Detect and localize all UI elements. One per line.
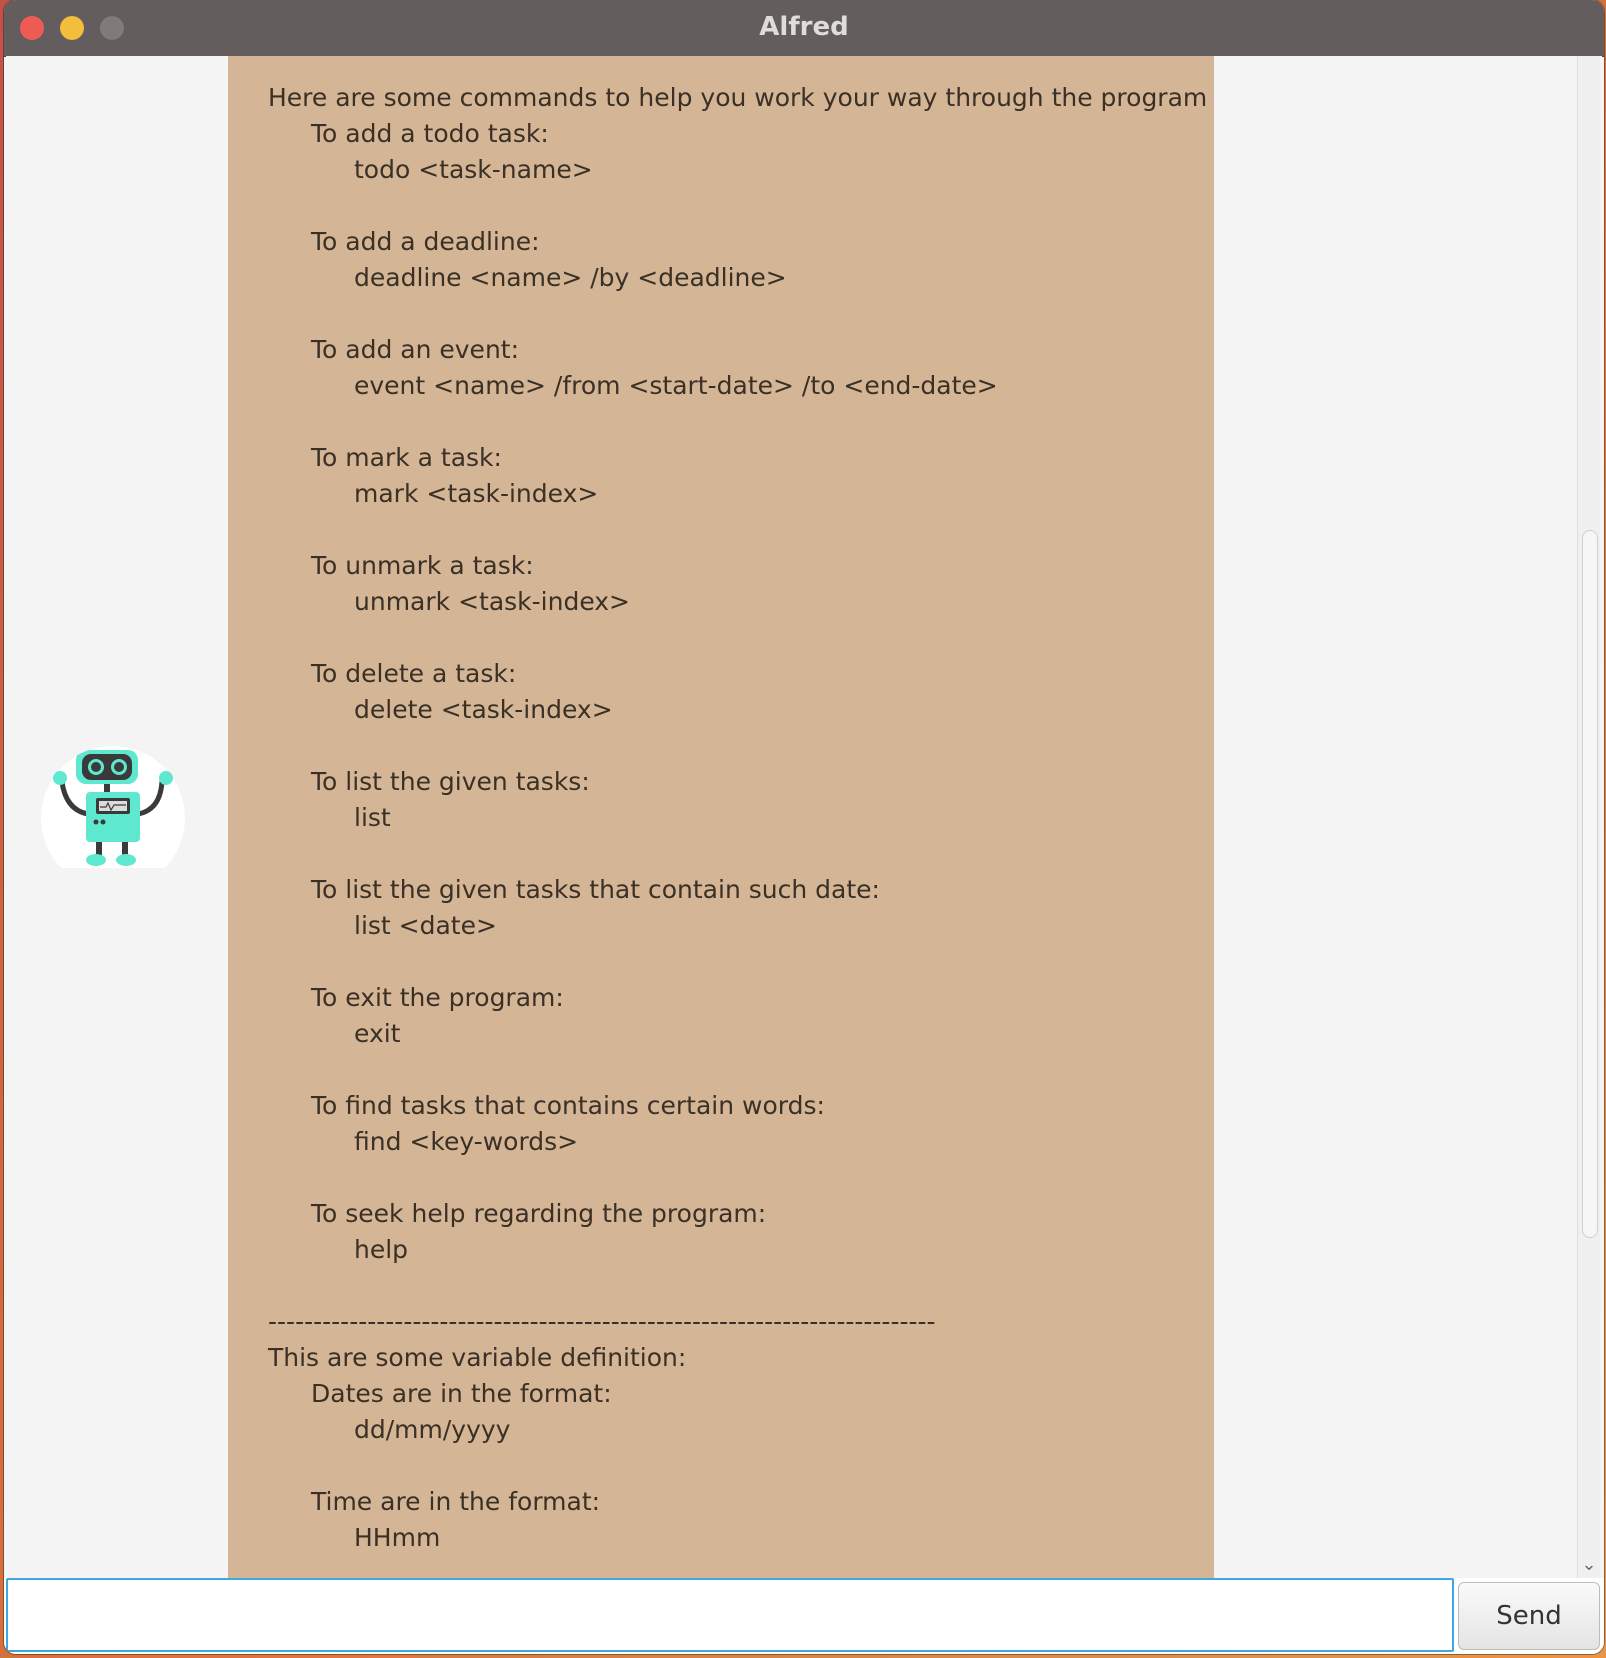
command-syntax: HHmm xyxy=(354,1523,441,1552)
command-syntax: event <name> /from <start-date> /to <end… xyxy=(354,371,998,400)
robot-icon xyxy=(38,746,188,896)
command-syntax: help xyxy=(354,1235,409,1264)
command-syntax: todo <task-name> xyxy=(354,155,593,184)
chevron-down-icon[interactable]: ⌄ xyxy=(1578,1556,1600,1574)
window-title: Alfred xyxy=(759,12,849,42)
dialog-scroll-pane[interactable]: ----------------------------------------… xyxy=(6,56,1602,1578)
command-description: To add a todo task: xyxy=(311,119,549,148)
command-syntax: delete <task-index> xyxy=(354,695,613,724)
command-description: To list the given tasks: xyxy=(311,767,590,796)
message-line: ----------------------------------------… xyxy=(268,68,1174,80)
command-description: To add a deadline: xyxy=(311,227,540,256)
scrollbar-thumb[interactable] xyxy=(1582,530,1598,1238)
command-syntax: find <key-words> xyxy=(354,1127,579,1156)
message-input[interactable] xyxy=(6,1578,1454,1652)
command-syntax: exit xyxy=(354,1019,401,1048)
command-description: To mark a task: xyxy=(311,443,502,472)
command-description: To find tasks that contains certain word… xyxy=(311,1091,825,1120)
command-description: To list the given tasks that contain suc… xyxy=(311,875,880,904)
message-line: Here are some commands to help you work … xyxy=(268,83,1214,112)
command-syntax: dd/mm/yyyy xyxy=(354,1415,511,1444)
input-row: Send xyxy=(4,1578,1604,1654)
command-description: To seek help regarding the program: xyxy=(311,1199,767,1228)
bot-message-bubble: ----------------------------------------… xyxy=(228,56,1214,1578)
message-line: This are some variable definition: xyxy=(268,1343,687,1372)
command-syntax: unmark <task-index> xyxy=(354,587,631,616)
message-line: ----------------------------------------… xyxy=(268,1307,936,1336)
command-description: Dates are in the format: xyxy=(311,1379,612,1408)
send-button[interactable]: Send xyxy=(1458,1582,1600,1650)
command-syntax: list <date> xyxy=(354,911,497,940)
command-description: To exit the program: xyxy=(311,983,564,1012)
command-description: To delete a task: xyxy=(311,659,517,688)
command-description: To add an event: xyxy=(311,335,520,364)
app-window: Alfred Here are some commands to help yo… xyxy=(4,0,1604,1654)
command-description: To unmark a task: xyxy=(311,551,534,580)
title-bar: Alfred xyxy=(4,0,1604,57)
vertical-scrollbar[interactable]: ⌄ xyxy=(1577,56,1600,1578)
command-syntax: mark <task-index> xyxy=(354,479,599,508)
command-description: Time are in the format: xyxy=(311,1487,601,1516)
command-syntax: list xyxy=(354,803,391,832)
command-syntax: deadline <name> /by <deadline> xyxy=(354,263,787,292)
